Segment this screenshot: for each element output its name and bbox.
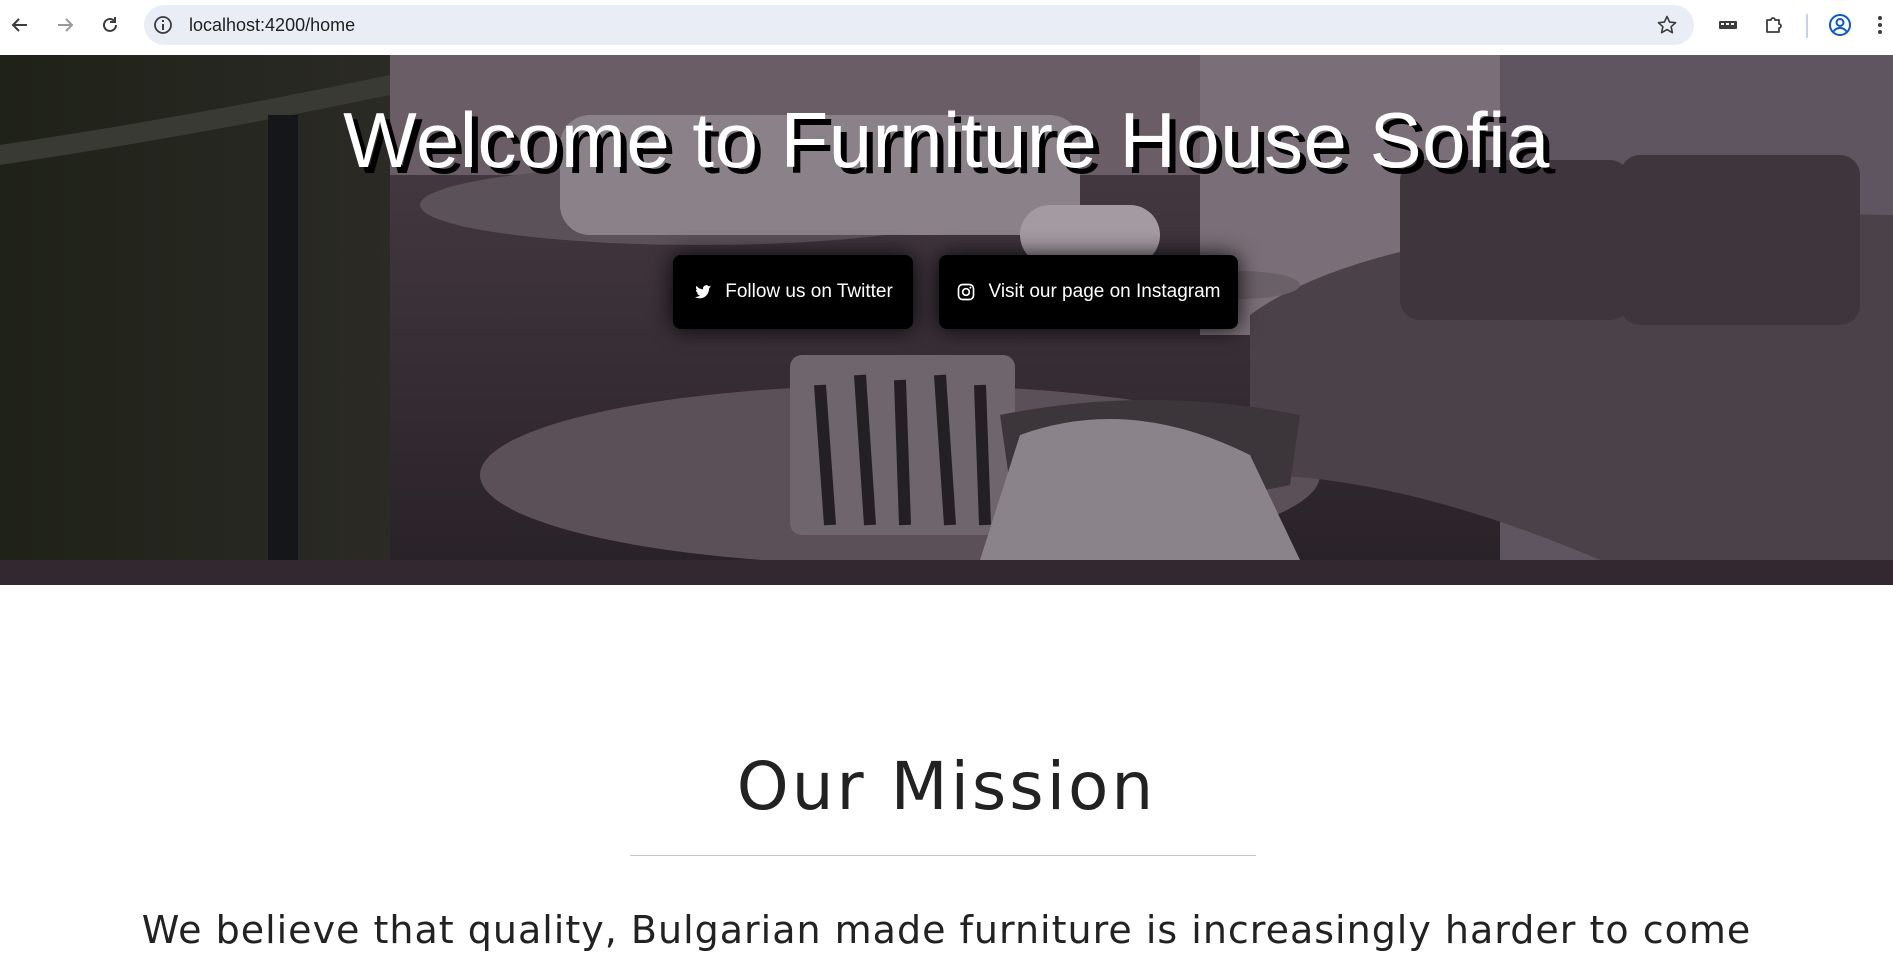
browser-toolbar: localhost:4200/home: [0, 0, 1893, 55]
profile-icon[interactable]: [1828, 13, 1852, 37]
forward-button[interactable]: [51, 11, 79, 39]
forward-icon: [58, 18, 74, 32]
toolbar-divider: [1806, 14, 1808, 38]
instagram-button-label: Visit our page on Instagram: [988, 281, 1221, 302]
reload-button[interactable]: [96, 11, 124, 39]
hero-title: Welcome to Furniture House Sofia: [343, 96, 1550, 184]
twitter-icon: [694, 285, 712, 299]
instagram-icon: [958, 283, 975, 301]
hero-section: Welcome to Furniture House Sofia Follow …: [0, 55, 1893, 585]
hero-bottom-strip: [0, 560, 1893, 585]
mission-divider: [630, 855, 1256, 856]
back-icon: [11, 18, 27, 32]
menu-kebab-icon[interactable]: [1872, 13, 1888, 37]
mission-title: Our Mission: [736, 748, 1157, 825]
url-text[interactable]: localhost:4200/home: [189, 5, 355, 45]
twitter-button-label: Follow us on Twitter: [725, 281, 893, 302]
back-button[interactable]: [6, 11, 34, 39]
reload-icon: [103, 17, 117, 32]
twitter-button[interactable]: Follow us on Twitter: [673, 255, 913, 329]
extensions-puzzle-icon[interactable]: [1762, 13, 1786, 37]
extension-chip-icon[interactable]: [1716, 13, 1740, 37]
mission-text: We believe that quality, Bulgarian made …: [141, 908, 1752, 952]
site-info-icon[interactable]: [152, 14, 174, 36]
address-bar[interactable]: localhost:4200/home: [144, 5, 1694, 45]
instagram-button[interactable]: Visit our page on Instagram: [939, 255, 1238, 329]
bookmark-star-icon[interactable]: [1656, 14, 1678, 36]
